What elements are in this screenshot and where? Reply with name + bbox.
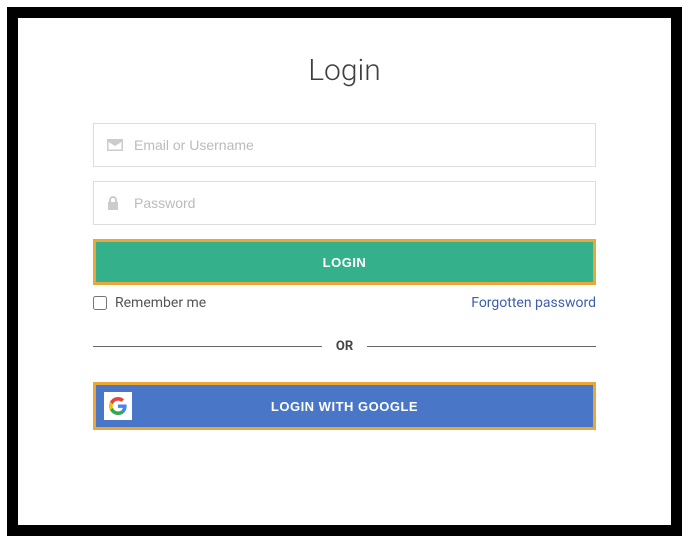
remember-me-label[interactable]: Remember me xyxy=(93,295,206,311)
divider-text: OR xyxy=(322,339,367,354)
password-field-wrap xyxy=(93,181,596,225)
divider-line-left xyxy=(93,346,322,347)
login-with-google-button[interactable]: LOGIN WITH GOOGLE xyxy=(96,385,593,427)
login-button-highlight: LOGIN xyxy=(93,239,596,285)
forgotten-password-link[interactable]: Forgotten password xyxy=(471,295,596,311)
envelope-icon xyxy=(107,139,123,151)
page-title: Login xyxy=(93,53,596,88)
google-button-highlight: LOGIN WITH GOOGLE xyxy=(93,382,596,430)
divider-line-right xyxy=(367,346,596,347)
lock-icon xyxy=(107,196,119,210)
google-icon xyxy=(104,392,132,420)
username-input[interactable] xyxy=(93,123,596,167)
remember-me-text: Remember me xyxy=(115,295,206,311)
username-field-wrap xyxy=(93,123,596,167)
login-button[interactable]: LOGIN xyxy=(96,242,593,282)
or-divider: OR xyxy=(93,339,596,354)
google-button-label: LOGIN WITH GOOGLE xyxy=(271,399,418,414)
password-input[interactable] xyxy=(93,181,596,225)
login-panel: Login LOGIN Remember me Forgotten passwo… xyxy=(7,7,682,536)
remember-row: Remember me Forgotten password xyxy=(93,295,596,311)
remember-me-checkbox[interactable] xyxy=(93,296,107,310)
